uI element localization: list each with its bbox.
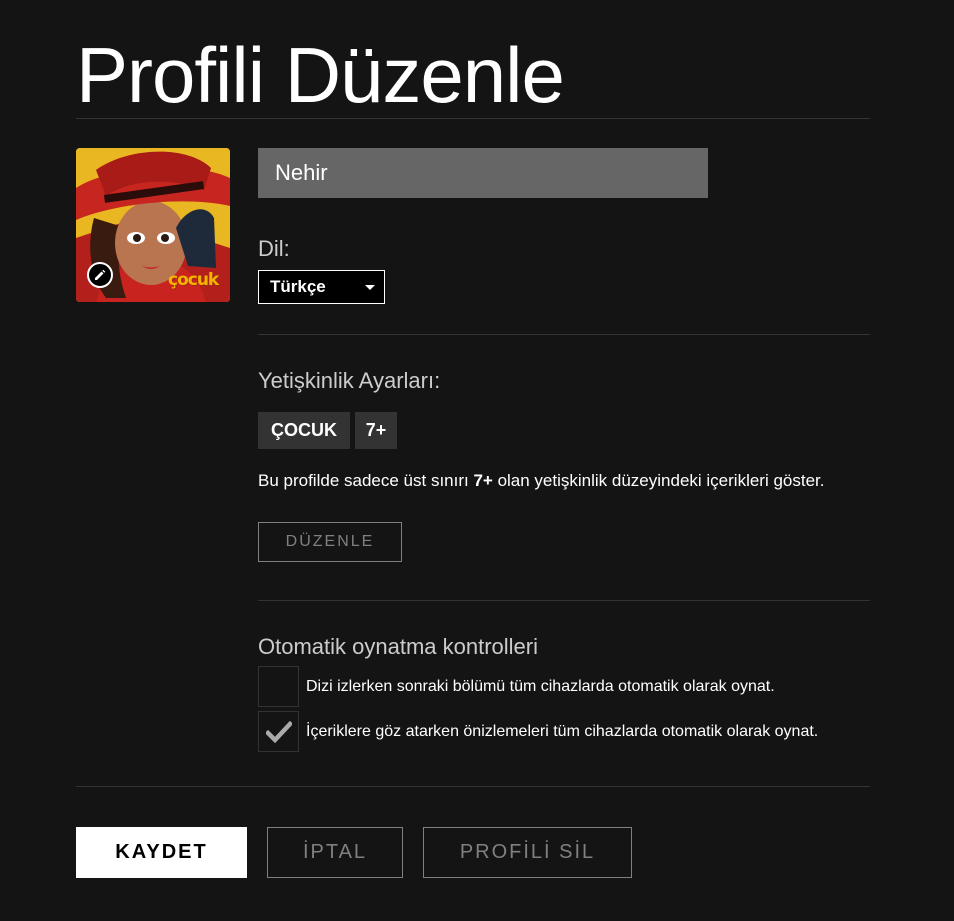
maturity-description-rating: 7+	[473, 471, 493, 490]
delete-profile-button[interactable]: PROFİLİ SİL	[423, 827, 632, 878]
kids-badge: çocuk	[168, 270, 219, 290]
maturity-description-end: olan yetişkinlik düzeyindeki içerikleri …	[492, 471, 825, 490]
maturity-description-start: Bu profilde sadece üst sınırı	[258, 471, 474, 490]
language-dropdown[interactable]: Türkçe	[258, 270, 385, 304]
pencil-icon[interactable]	[87, 262, 113, 288]
caret-down-icon	[365, 285, 375, 290]
autoplay-previews-checkbox[interactable]	[258, 711, 299, 752]
language-selected: Türkçe	[270, 277, 326, 296]
maturity-pill-rating: 7+	[355, 412, 397, 449]
cancel-button[interactable]: İPTAL	[267, 827, 403, 878]
divider	[258, 600, 870, 601]
edit-maturity-button[interactable]: DÜZENLE	[258, 522, 402, 562]
divider	[76, 118, 870, 119]
language-label: Dil:	[258, 236, 290, 261]
autoplay-previews-label: İçeriklere göz atarken önizlemeleri tüm …	[306, 723, 819, 740]
autoplay-next-episode-checkbox[interactable]	[258, 666, 299, 707]
divider	[258, 334, 870, 335]
page-title: Profili Düzenle	[76, 31, 565, 119]
autoplay-heading: Otomatik oynatma kontrolleri	[258, 634, 538, 659]
edit-profile-page: Profili Düzenle çocuk Nehir Dil: Türkçe …	[0, 0, 954, 921]
maturity-description: Bu profilde sadece üst sınırı 7+ olan ye…	[258, 471, 825, 491]
maturity-pill-kids: ÇOCUK	[258, 412, 350, 449]
divider	[76, 786, 870, 787]
save-button[interactable]: KAYDET	[76, 827, 247, 878]
profile-avatar[interactable]: çocuk	[76, 148, 230, 302]
profile-name-input[interactable]	[258, 148, 708, 198]
checkmark-icon	[265, 720, 292, 743]
maturity-heading: Yetişkinlik Ayarları:	[258, 368, 441, 393]
autoplay-next-episode-label: Dizi izlerken sonraki bölümü tüm cihazla…	[306, 678, 775, 695]
